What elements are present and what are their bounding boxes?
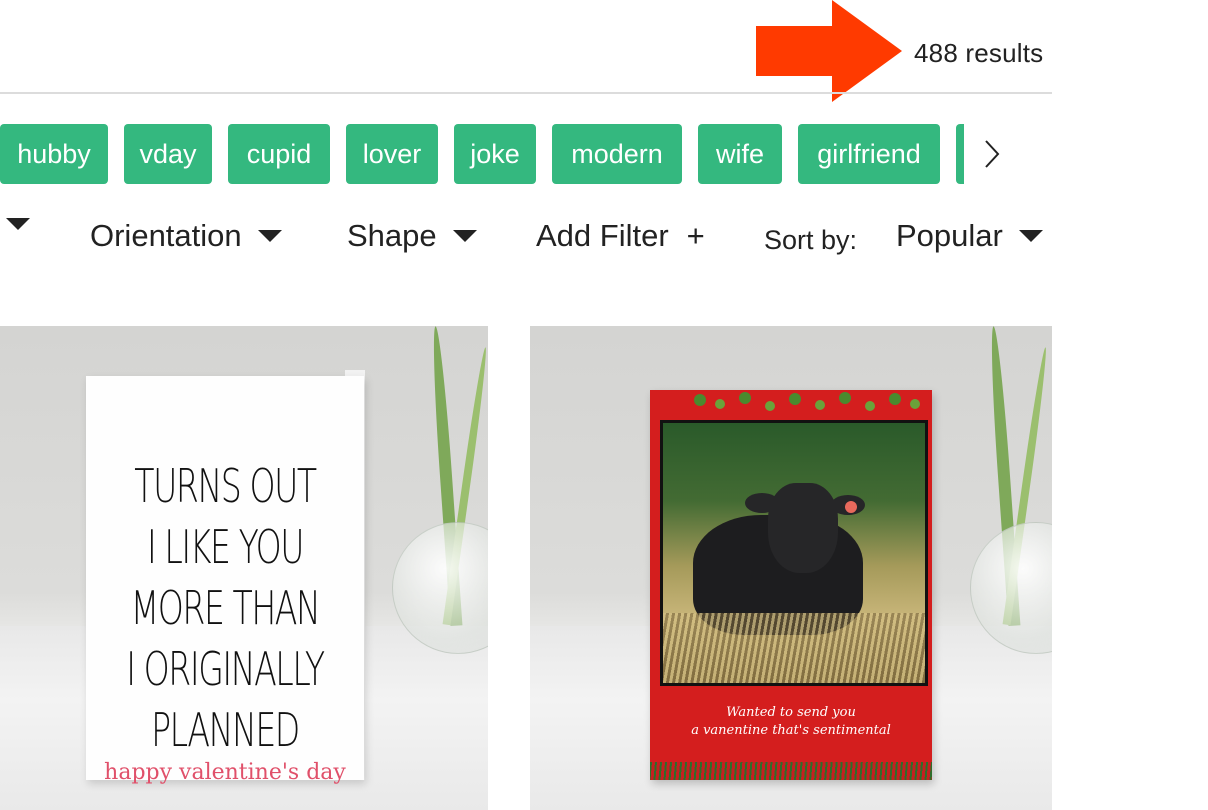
product-card-2[interactable]: Wanted to send you a vanentine that's se… — [530, 326, 1052, 810]
grass — [663, 613, 925, 683]
tag-cupid[interactable]: cupid — [228, 124, 330, 184]
caret-down-icon — [1018, 230, 1043, 242]
shape-label: Shape — [347, 218, 437, 253]
tag-lover[interactable]: lover — [346, 124, 438, 184]
card-message: TURNS OUT I LIKE YOU MORE THAN I ORIGINA… — [125, 456, 325, 761]
orientation-label: Orientation — [90, 218, 242, 253]
product-card-1[interactable]: TURNS OUT I LIKE YOU MORE THAN I ORIGINA… — [0, 326, 488, 810]
sort-by-label: Sort by: — [764, 225, 858, 255]
ivy-decoration — [694, 392, 920, 411]
card-line: I LIKE YOU — [146, 520, 304, 574]
sort-dropdown[interactable]: Popular — [896, 218, 1043, 254]
card-line: Wanted to send you — [726, 705, 856, 720]
card-message: Wanted to send you a vanentine that's se… — [650, 704, 932, 740]
tag-wife[interactable]: wife — [698, 124, 782, 184]
red-arrow-icon — [756, 0, 902, 102]
filter-dropdown-partial[interactable] — [6, 218, 30, 230]
caret-down-icon — [452, 230, 477, 242]
tag-joke[interactable]: joke — [454, 124, 536, 184]
caret-down-icon — [6, 218, 30, 230]
card-line: a vanentine that's sentimental — [691, 723, 891, 738]
tag-modern[interactable]: modern — [552, 124, 682, 184]
plus-icon: + — [686, 218, 705, 253]
card-line: MORE THAN — [130, 581, 321, 635]
ear-tag — [845, 501, 857, 513]
cow-head — [768, 483, 838, 573]
card-line: I ORIGINALLY — [126, 642, 325, 696]
card-line: TURNS OUT — [134, 459, 317, 513]
tag-vday[interactable]: vday — [124, 124, 212, 184]
greeting-card: TURNS OUT I LIKE YOU MORE THAN I ORIGINA… — [86, 376, 364, 785]
results-count: 488 results — [914, 38, 1044, 68]
divider — [0, 92, 1052, 94]
cow-photo — [660, 420, 928, 686]
card-line: PLANNED — [151, 703, 300, 757]
orientation-filter[interactable]: Orientation — [90, 218, 282, 254]
add-filter-button[interactable]: Add Filter + — [536, 218, 705, 254]
add-filter-label: Add Filter — [536, 218, 669, 253]
tag-hubby[interactable]: hubby — [0, 124, 108, 184]
sort-value: Popular — [896, 218, 1003, 253]
greeting-card: Wanted to send you a vanentine that's se… — [650, 390, 932, 780]
tag-girlfriend[interactable]: girlfriend — [798, 124, 940, 184]
chevron-right-icon[interactable] — [972, 130, 1012, 178]
card-grass-border — [650, 762, 932, 780]
caret-down-icon — [257, 230, 282, 242]
card-subtitle: happy valentine's day — [104, 760, 346, 785]
tag-partial[interactable] — [956, 124, 964, 184]
shape-filter[interactable]: Shape — [347, 218, 477, 254]
